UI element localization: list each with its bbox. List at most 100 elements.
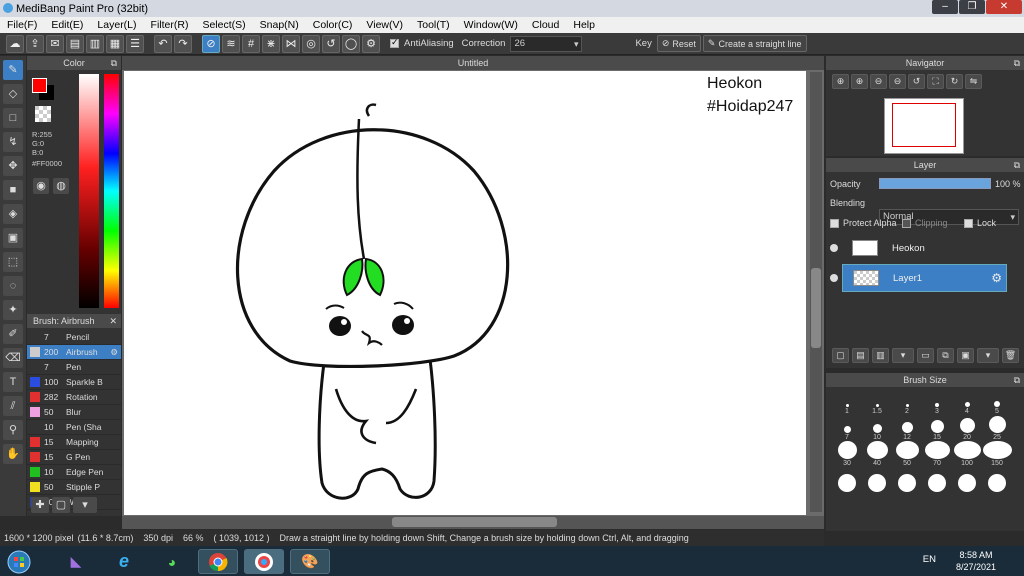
coccoc-icon[interactable]: ◕ <box>152 549 192 574</box>
panel-undock-icon[interactable]: ⧉ <box>1014 158 1020 172</box>
viewport-rect[interactable] <box>892 103 956 147</box>
brush-item[interactable]: 50 Blur <box>27 405 121 420</box>
medibang-icon[interactable] <box>244 549 284 574</box>
brush-size-cell[interactable]: 15 <box>922 415 952 441</box>
duplicate-layer-icon[interactable]: ⧉ <box>937 348 954 363</box>
brush-size-cell[interactable]: 150 <box>982 441 1012 467</box>
paint-icon[interactable]: 🎨 <box>290 549 330 574</box>
brush-size-cell[interactable]: 1.5 <box>862 389 892 415</box>
brush-size-cell[interactable]: 1 <box>832 389 862 415</box>
divide-tool-icon[interactable]: ⫽ <box>3 396 23 416</box>
brush-size-cell[interactable] <box>922 467 952 493</box>
menu-help[interactable]: Help <box>566 19 602 31</box>
flip-icon[interactable]: ⇋ <box>965 74 982 89</box>
magic-wand-icon[interactable]: ✦ <box>3 300 23 320</box>
menu-filter[interactable]: Filter(R) <box>144 19 196 31</box>
brush-menu-icon[interactable]: ▾ <box>73 497 97 513</box>
brush-size-cell[interactable]: 7 <box>832 415 862 441</box>
bucket-tool-icon[interactable]: ◈ <box>3 204 23 224</box>
move-tool-icon[interactable]: ✥ <box>3 156 23 176</box>
straight-line-button[interactable]: ✎ Create a straight line <box>702 35 807 52</box>
panel-undock-icon[interactable]: ⧉ <box>1014 373 1020 387</box>
brush-item[interactable]: 15 Mapping <box>27 435 121 450</box>
snap-off-icon[interactable]: ⊘ <box>202 34 220 53</box>
brush-item[interactable]: 10 Pen (Sha <box>27 420 121 435</box>
brush-size-cell[interactable]: 3 <box>922 389 952 415</box>
lock-checkbox[interactable] <box>964 218 973 228</box>
brush-size-cell[interactable]: 20 <box>952 415 982 441</box>
menu-cloud[interactable]: Cloud <box>525 19 566 31</box>
zoom-in-icon[interactable]: ⊕ <box>832 74 849 89</box>
lasso-tool-icon[interactable]: ◌ <box>3 276 23 296</box>
zoom-out-icon[interactable]: ⊖ <box>870 74 887 89</box>
brush-size-cell[interactable]: 25 <box>982 415 1012 441</box>
brush-item[interactable]: 7 Pencil <box>27 330 121 345</box>
antialias-checkbox[interactable] <box>390 37 399 48</box>
gradient-tool-icon[interactable]: ▣ <box>3 228 23 248</box>
layer-visibility-icon[interactable] <box>830 244 838 252</box>
clock[interactable]: 8:58 AM 8/27/2021 <box>956 549 996 573</box>
layer-visibility-icon[interactable] <box>830 274 838 282</box>
snap-grid-icon[interactable]: # <box>242 34 260 53</box>
menu-tool[interactable]: Tool(T) <box>410 19 457 31</box>
eyedropper-icon[interactable]: ⚲ <box>3 420 23 440</box>
correction-select[interactable]: 26 <box>510 35 583 52</box>
cloud-icon[interactable]: ☁ <box>6 34 24 53</box>
brush-size-cell[interactable] <box>862 467 892 493</box>
brush-item[interactable]: 50 Stipple P <box>27 480 121 495</box>
text-tool-icon[interactable]: T <box>3 372 23 392</box>
redo-icon[interactable]: ↷ <box>174 34 192 53</box>
brush-size-cell[interactable]: 5 <box>982 389 1012 415</box>
opacity-slider[interactable] <box>879 178 991 189</box>
color-wheel-icon[interactable]: ◍ <box>53 178 69 194</box>
undo-icon[interactable]: ↶ <box>154 34 172 53</box>
horizontal-scroll-thumb[interactable] <box>392 517 557 527</box>
menu-layer[interactable]: Layer(L) <box>90 19 143 31</box>
navigator-thumbnail[interactable] <box>884 98 964 154</box>
brush-size-cell[interactable]: 100 <box>952 441 982 467</box>
gear-icon[interactable]: ⚙ <box>110 347 118 358</box>
foreground-color-swatch[interactable] <box>32 78 47 93</box>
transparent-color-swatch[interactable] <box>35 106 51 122</box>
gear-icon[interactable]: ⚙ <box>991 271 1002 285</box>
menu-view[interactable]: View(V) <box>359 19 410 31</box>
menu-file[interactable]: File(F) <box>0 19 44 31</box>
brush-size-cell[interactable] <box>832 467 862 493</box>
snap-curve-icon[interactable]: ↺ <box>322 34 340 53</box>
document-tab[interactable]: Untitled <box>122 56 824 70</box>
menu-color[interactable]: Color(C) <box>306 19 360 31</box>
snap-radial-icon[interactable]: ⋇ <box>262 34 280 53</box>
brush-item[interactable]: 282 Rotation <box>27 390 121 405</box>
clipping-checkbox[interactable] <box>902 218 911 228</box>
panel-undock-icon[interactable]: ⧉ <box>111 56 117 70</box>
brush-size-cell[interactable]: 10 <box>862 415 892 441</box>
layer-row-layer1[interactable]: Layer1 ⚙ <box>842 264 1007 292</box>
fill-rect-tool-icon[interactable]: ■ <box>3 180 23 200</box>
hue-bar[interactable] <box>104 74 119 308</box>
select-pen-icon[interactable]: ✐ <box>3 324 23 344</box>
new-layer-icon[interactable]: ▢ <box>832 348 849 363</box>
rotate-left-icon[interactable]: ↺ <box>908 74 925 89</box>
merge-layer-icon[interactable]: ▣ <box>957 348 974 363</box>
settings-icon[interactable]: ⚙ <box>362 34 380 53</box>
brush-item[interactable]: 7 Pen <box>27 360 121 375</box>
layer-row-heokon[interactable]: Heokon <box>842 234 1007 262</box>
document-icon[interactable]: ▤ <box>66 34 84 53</box>
fit-icon[interactable]: ⛶ <box>927 74 944 89</box>
snap-circle-icon[interactable]: ◎ <box>302 34 320 53</box>
blending-select[interactable]: Normal <box>879 209 1019 225</box>
smudge-tool-icon[interactable]: ↯ <box>3 132 23 152</box>
panel-undock-icon[interactable]: ⧉ <box>1014 56 1020 70</box>
brush-size-cell[interactable]: 70 <box>922 441 952 467</box>
add-layer-menu-icon[interactable]: ▾ <box>892 348 914 363</box>
zoom-out-step-icon[interactable]: ⊖ <box>889 74 906 89</box>
menu-window[interactable]: Window(W) <box>457 19 525 31</box>
reset-button[interactable]: ⊘ Reset <box>656 35 701 52</box>
saturation-bar[interactable] <box>79 74 99 308</box>
select-eraser-icon[interactable]: ⌫ <box>3 348 23 368</box>
vertical-scrollbar[interactable] <box>810 72 822 512</box>
rotate-right-icon[interactable]: ↻ <box>946 74 963 89</box>
brush-item-selected[interactable]: 200 Airbrush ⚙ <box>27 345 121 360</box>
brush-size-cell[interactable]: 30 <box>832 441 862 467</box>
new-layer-1bit-icon[interactable]: ▥ <box>872 348 889 363</box>
